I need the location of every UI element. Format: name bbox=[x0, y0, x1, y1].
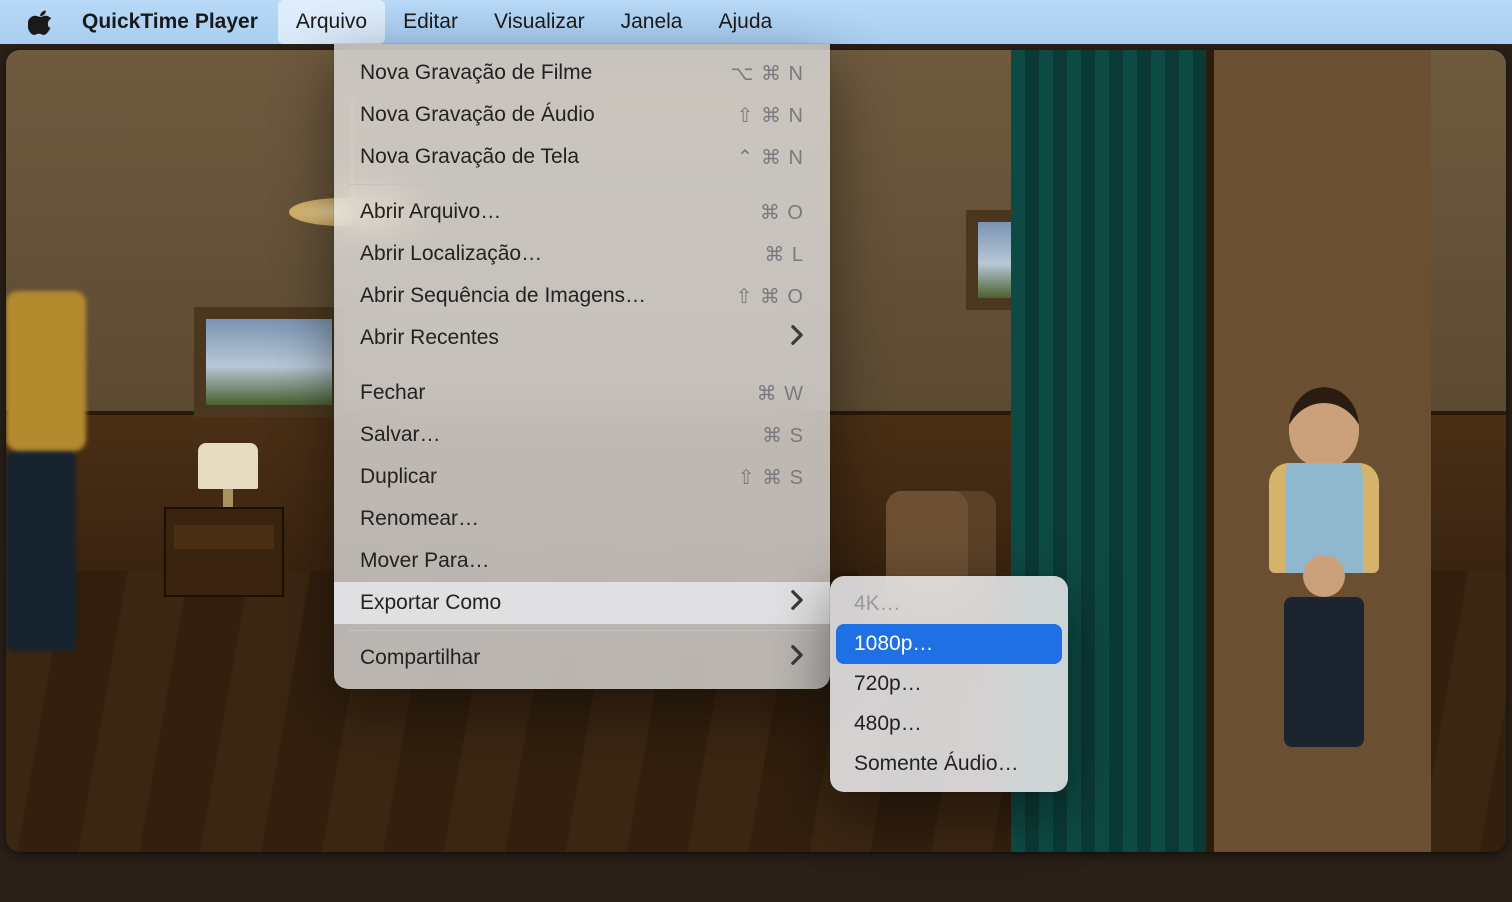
menubar-item-editar[interactable]: Editar bbox=[385, 0, 476, 44]
menu-item-shortcut: ⌘ W bbox=[757, 381, 804, 406]
menubar-item-visualizar[interactable]: Visualizar bbox=[476, 0, 603, 44]
submenu-item-480p[interactable]: 480p… bbox=[836, 704, 1062, 744]
submenu-item-720p[interactable]: 720p… bbox=[836, 664, 1062, 704]
menu-item-label: Nova Gravação de Tela bbox=[360, 145, 579, 169]
menu-item-label: Abrir Recentes bbox=[360, 326, 499, 350]
menu-separator bbox=[348, 184, 816, 185]
menu-item-label: Fechar bbox=[360, 381, 425, 405]
menu-item-nova-gravacao-de-filme[interactable]: Nova Gravação de Filme ⌥ ⌘ N bbox=[334, 52, 830, 94]
menu-item-label: Renomear… bbox=[360, 507, 479, 531]
menu-item-exportar-como[interactable]: Exportar Como bbox=[334, 582, 830, 624]
menu-item-compartilhar[interactable]: Compartilhar bbox=[334, 637, 830, 679]
menu-item-label: Salvar… bbox=[360, 423, 441, 447]
menu-item-mover-para[interactable]: Mover Para… bbox=[334, 540, 830, 582]
menu-item-shortcut: ⌥ ⌘ N bbox=[730, 61, 804, 86]
menu-item-shortcut: ⌘ L bbox=[764, 242, 804, 267]
menu-item-label: Abrir Arquivo… bbox=[360, 200, 501, 224]
menu-separator bbox=[348, 630, 816, 631]
menu-item-label: Exportar Como bbox=[360, 591, 501, 615]
menu-item-label: Nova Gravação de Áudio bbox=[360, 103, 595, 127]
menu-item-abrir-sequencia-de-imagens[interactable]: Abrir Sequência de Imagens… ⇧ ⌘ O bbox=[334, 275, 830, 317]
menu-item-salvar[interactable]: Salvar… ⌘ S bbox=[334, 414, 830, 456]
menu-item-renomear[interactable]: Renomear… bbox=[334, 498, 830, 540]
menubar-item-janela[interactable]: Janela bbox=[603, 0, 701, 44]
menu-item-shortcut: ⇧ ⌘ O bbox=[736, 284, 804, 309]
menu-item-shortcut: ⌘ O bbox=[760, 200, 804, 225]
apple-logo-icon[interactable] bbox=[28, 9, 54, 35]
chevron-right-icon bbox=[790, 589, 804, 617]
submenu-item-somente-audio[interactable]: Somente Áudio… bbox=[836, 744, 1062, 784]
menu-item-duplicar[interactable]: Duplicar ⇧ ⌘ S bbox=[334, 456, 830, 498]
submenu-item-1080p[interactable]: 1080p… bbox=[836, 624, 1062, 664]
menubar-app-name[interactable]: QuickTime Player bbox=[82, 0, 278, 44]
chevron-right-icon bbox=[790, 644, 804, 672]
menubar-item-arquivo[interactable]: Arquivo bbox=[278, 0, 385, 44]
menu-item-shortcut: ⇧ ⌘ N bbox=[737, 103, 804, 128]
menu-item-label: Abrir Sequência de Imagens… bbox=[360, 284, 646, 308]
menu-item-abrir-recentes[interactable]: Abrir Recentes bbox=[334, 317, 830, 359]
menu-separator bbox=[348, 365, 816, 366]
menu-item-label: Mover Para… bbox=[360, 549, 490, 573]
menu-item-nova-gravacao-de-audio[interactable]: Nova Gravação de Áudio ⇧ ⌘ N bbox=[334, 94, 830, 136]
submenu-exportar-como: 4K…1080p…720p…480p…Somente Áudio… bbox=[830, 576, 1068, 792]
menubar-item-ajuda[interactable]: Ajuda bbox=[700, 0, 790, 44]
menu-arquivo-dropdown: Nova Gravação de Filme⌥ ⌘ NNova Gravação… bbox=[334, 44, 830, 689]
menu-item-shortcut: ⌘ S bbox=[762, 423, 804, 448]
menu-item-label: Abrir Localização… bbox=[360, 242, 542, 266]
menu-item-fechar[interactable]: Fechar ⌘ W bbox=[334, 372, 830, 414]
menubar: QuickTime Player ArquivoEditarVisualizar… bbox=[0, 0, 1512, 44]
menu-item-label: Nova Gravação de Filme bbox=[360, 61, 592, 85]
menu-item-abrir-arquivo[interactable]: Abrir Arquivo… ⌘ O bbox=[334, 191, 830, 233]
submenu-item-4k: 4K… bbox=[836, 584, 1062, 624]
menu-item-nova-gravacao-de-tela[interactable]: Nova Gravação de Tela ⌃ ⌘ N bbox=[334, 136, 830, 178]
menu-item-label: Compartilhar bbox=[360, 646, 480, 670]
menu-item-shortcut: ⌃ ⌘ N bbox=[737, 145, 804, 170]
menu-item-label: Duplicar bbox=[360, 465, 437, 489]
chevron-right-icon bbox=[790, 324, 804, 352]
menu-item-shortcut: ⇧ ⌘ S bbox=[738, 465, 804, 490]
menu-item-abrir-localizacao[interactable]: Abrir Localização… ⌘ L bbox=[334, 233, 830, 275]
